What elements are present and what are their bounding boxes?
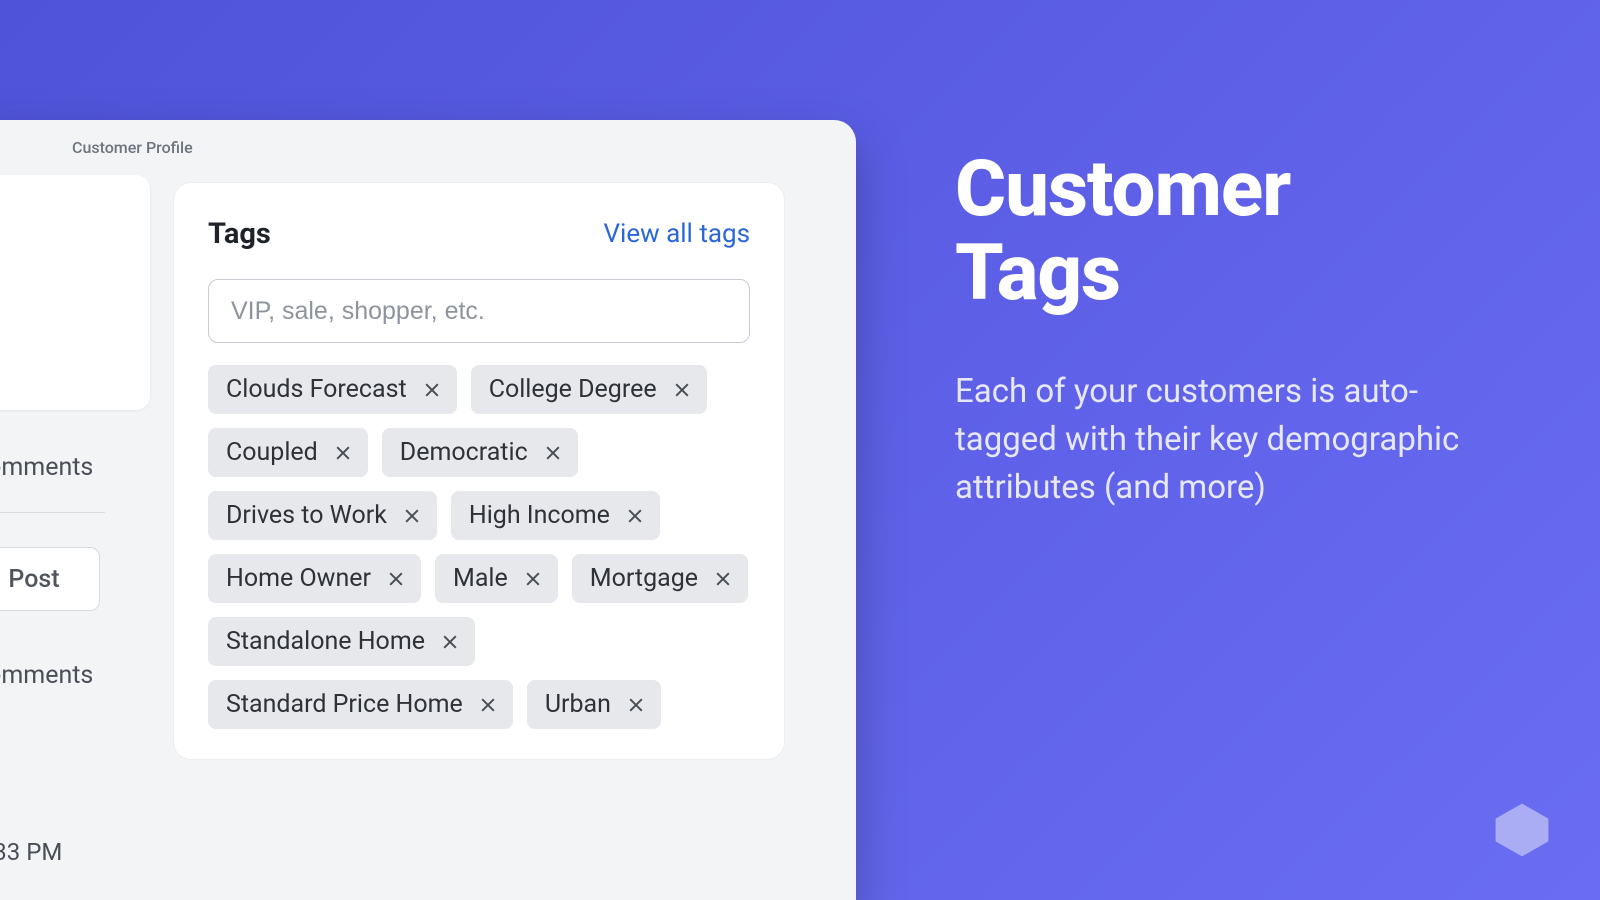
tag-pill: College Degree bbox=[471, 365, 707, 414]
window-title: Customer Profile bbox=[0, 120, 856, 175]
left-blank-card bbox=[0, 175, 150, 410]
tag-label: Standard Price Home bbox=[226, 690, 463, 719]
tag-label: Home Owner bbox=[226, 564, 371, 593]
tag-pill: Male bbox=[435, 554, 558, 603]
remove-tag-icon[interactable] bbox=[522, 568, 544, 590]
tag-pill: Standalone Home bbox=[208, 617, 475, 666]
remove-tag-icon[interactable] bbox=[385, 568, 407, 590]
tag-label: Mortgage bbox=[590, 564, 698, 593]
tag-pill: High Income bbox=[451, 491, 660, 540]
tag-label: Urban bbox=[545, 690, 611, 719]
comments-label: comments bbox=[0, 661, 93, 690]
view-all-tags-link[interactable]: View all tags bbox=[603, 219, 750, 249]
tag-label: Male bbox=[453, 564, 508, 593]
tags-heading: Tags bbox=[208, 217, 271, 251]
marketing-subhead: Each of your customers is auto-tagged wi… bbox=[955, 368, 1500, 512]
tag-label: Coupled bbox=[226, 438, 318, 467]
remove-tag-icon[interactable] bbox=[624, 505, 646, 527]
comments-label: comments bbox=[0, 453, 93, 482]
remove-tag-icon[interactable] bbox=[477, 694, 499, 716]
remove-tag-icon[interactable] bbox=[671, 379, 693, 401]
app-window: Customer Profile comments Post comments … bbox=[0, 120, 856, 900]
remove-tag-icon[interactable] bbox=[625, 694, 647, 716]
tag-label: High Income bbox=[469, 501, 610, 530]
brand-logo-icon bbox=[1492, 800, 1552, 860]
remove-tag-icon[interactable] bbox=[421, 379, 443, 401]
headline-line: Customer bbox=[955, 144, 1290, 235]
tag-pill: Democratic bbox=[382, 428, 578, 477]
timestamp-label: 2:33 PM bbox=[0, 838, 62, 866]
tag-list: Clouds Forecast College Degree Coupled Demo… bbox=[208, 365, 750, 729]
remove-tag-icon[interactable] bbox=[401, 505, 423, 527]
tag-label: Democratic bbox=[400, 438, 528, 467]
tag-pill: Coupled bbox=[208, 428, 368, 477]
divider-line bbox=[0, 512, 105, 513]
tag-label: College Degree bbox=[489, 375, 657, 404]
marketing-headline: Customer Tags bbox=[955, 148, 1290, 316]
tag-label: Clouds Forecast bbox=[226, 375, 407, 404]
tag-pill: Home Owner bbox=[208, 554, 421, 603]
remove-tag-icon[interactable] bbox=[439, 631, 461, 653]
tag-label: Standalone Home bbox=[226, 627, 425, 656]
tag-pill: Mortgage bbox=[572, 554, 748, 603]
tags-search-input[interactable] bbox=[208, 279, 750, 343]
tag-pill: Clouds Forecast bbox=[208, 365, 457, 414]
tag-label: Drives to Work bbox=[226, 501, 387, 530]
headline-line: Tags bbox=[955, 228, 1120, 319]
remove-tag-icon[interactable] bbox=[712, 568, 734, 590]
tag-pill: Drives to Work bbox=[208, 491, 437, 540]
remove-tag-icon[interactable] bbox=[332, 442, 354, 464]
tag-pill: Standard Price Home bbox=[208, 680, 513, 729]
tags-card: Tags View all tags Clouds Forecast Colleg… bbox=[173, 182, 785, 760]
post-button[interactable]: Post bbox=[0, 547, 100, 611]
remove-tag-icon[interactable] bbox=[542, 442, 564, 464]
tag-pill: Urban bbox=[527, 680, 661, 729]
